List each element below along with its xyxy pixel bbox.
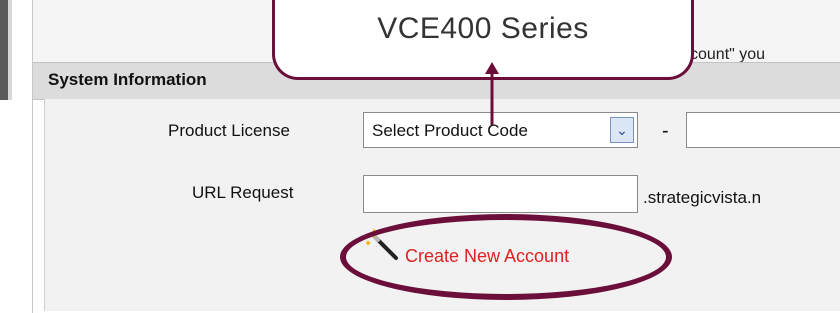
url-request-label: URL Request — [192, 183, 294, 202]
chevron-down-icon[interactable]: ⌄ — [610, 117, 634, 143]
create-new-account-link[interactable]: Create New Account — [405, 246, 569, 267]
arrow-up-icon — [485, 62, 499, 125]
product-license-label: Product License — [168, 121, 290, 140]
product-code-select-value: Select Product Code — [372, 121, 528, 140]
window-edge — [0, 0, 8, 100]
product-license-dash: - — [662, 120, 669, 142]
section-title: System Information — [48, 70, 207, 89]
url-suffix: .strategicvista.n — [643, 188, 762, 207]
product-license-input[interactable] — [686, 112, 840, 148]
url-request-input[interactable] — [363, 175, 638, 213]
window-edge-inner — [8, 0, 12, 100]
magic-wand-icon[interactable] — [366, 228, 402, 262]
callout-label: VCE400 Series — [377, 12, 589, 45]
